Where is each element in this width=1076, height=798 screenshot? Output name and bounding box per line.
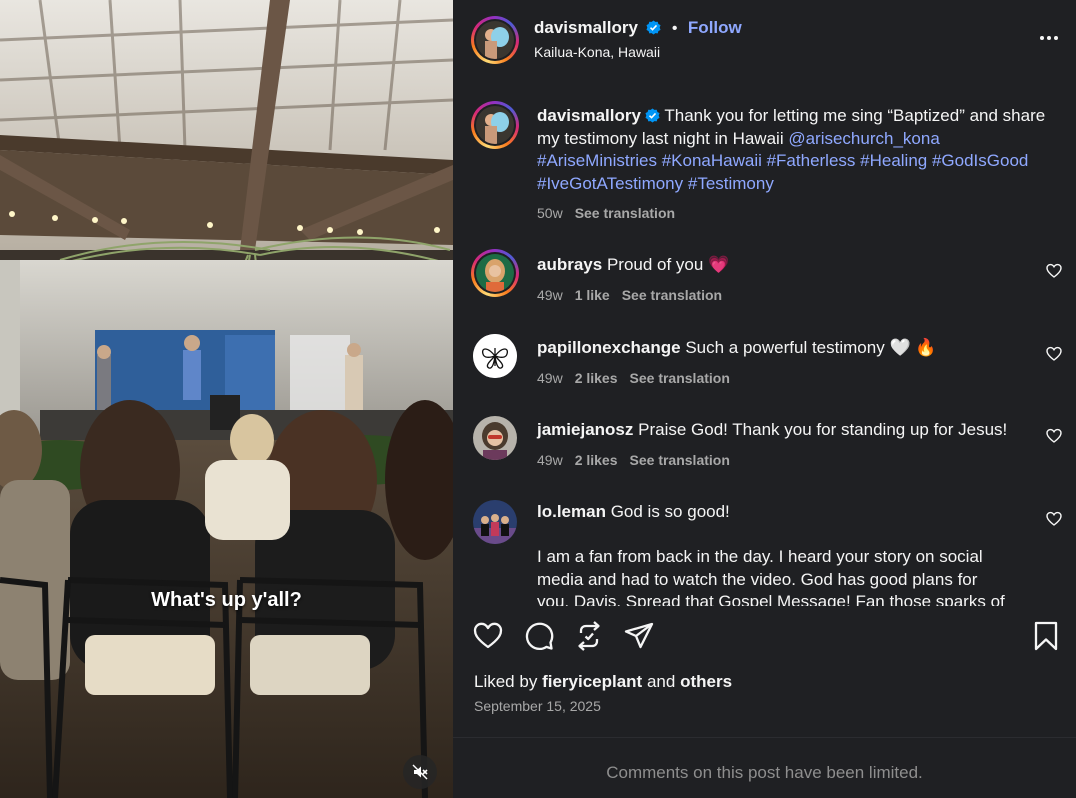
- caption-hashtags-line2[interactable]: #IveGotATestimony #Testimony: [537, 174, 774, 193]
- comment-bubble-icon[interactable]: [523, 620, 555, 652]
- comment-likes[interactable]: 2 likes: [575, 452, 618, 468]
- liked-by-prefix: Liked by: [474, 672, 538, 691]
- post-details-panel: davismallory • Follow Kailua-Kona, Hawai…: [453, 0, 1076, 798]
- save-bookmark-icon[interactable]: [1030, 620, 1062, 652]
- divider: [453, 737, 1076, 738]
- video-caption-overlay: What's up y'all?: [151, 589, 302, 611]
- post-date[interactable]: September 15, 2025: [474, 698, 601, 714]
- comment-see-translation[interactable]: See translation: [630, 452, 730, 468]
- repost-icon[interactable]: [573, 620, 605, 652]
- author-avatar-image: [476, 21, 514, 59]
- comment-avatar-image: [473, 416, 517, 460]
- comment-text: Proud of you: [606, 255, 704, 274]
- comment-age[interactable]: 49w: [537, 370, 563, 386]
- comment-avatar[interactable]: [471, 249, 519, 297]
- comment-avatar-image: [476, 254, 514, 292]
- comment-body-line: media and had to watch the video. God ha…: [537, 569, 978, 589]
- like-comment-heart-icon[interactable]: [1046, 263, 1062, 279]
- mute-toggle-button[interactable]: [403, 755, 437, 789]
- comment-text: Praise God! Thank you for standing up fo…: [638, 420, 1008, 439]
- speaker-muted-icon: [412, 764, 428, 780]
- comment-text-row: papillonexchange Such a powerful testimo…: [537, 337, 1017, 360]
- follow-button[interactable]: Follow: [688, 18, 742, 37]
- post-location[interactable]: Kailua-Kona, Hawaii: [534, 44, 660, 60]
- separator-dot: •: [671, 20, 678, 37]
- comment-username[interactable]: lo.leman: [537, 502, 606, 521]
- liked-by-summary: Liked by fieryiceplant and others: [474, 672, 732, 692]
- pink-heart-emoji: 💗: [708, 255, 730, 274]
- comment-meta: 49w 2 likes See translation: [537, 452, 730, 468]
- comment-text: God is so good!: [610, 502, 730, 521]
- comment-age[interactable]: 49w: [537, 287, 563, 303]
- like-comment-heart-icon[interactable]: [1046, 428, 1062, 444]
- author-username[interactable]: davismallory: [534, 18, 638, 37]
- caption-age[interactable]: 50w: [537, 205, 563, 221]
- comment-body-line: you, Davis. Spread that Gospel Message! …: [537, 592, 1005, 606]
- comment-username[interactable]: aubrays: [537, 255, 602, 274]
- caption-verified-badge-icon: [645, 108, 660, 123]
- share-send-icon[interactable]: [623, 620, 655, 652]
- comments-list[interactable]: davismallory Thank you for letting me si…: [453, 80, 1076, 606]
- caption-author-avatar[interactable]: [471, 101, 519, 149]
- like-comment-heart-icon[interactable]: [1046, 346, 1062, 362]
- comments-limited-notice: Comments on this post have been limited.: [606, 763, 923, 782]
- caption-see-translation[interactable]: See translation: [575, 205, 675, 221]
- more-options-icon[interactable]: [1040, 28, 1062, 48]
- post-action-bar: [453, 606, 1076, 666]
- post-header: davismallory • Follow Kailua-Kona, Hawai…: [453, 0, 1076, 80]
- comment-see-translation[interactable]: See translation: [630, 370, 730, 386]
- comment-username[interactable]: jamiejanosz: [537, 420, 633, 439]
- white-heart-fire-emoji: 🤍 🔥: [889, 338, 937, 357]
- caption-avatar-image: [476, 106, 514, 144]
- liked-by-and: and: [646, 672, 676, 691]
- comment-text-row: jamiejanosz Praise God! Thank you for st…: [537, 419, 1027, 442]
- comment-avatar[interactable]: [473, 334, 517, 378]
- comment-body-line: I am a fan from back in the day. I heard…: [537, 547, 983, 566]
- caption-hashtags-line1[interactable]: #AriseMinistries #KonaHawaii #Fatherless…: [537, 151, 1028, 170]
- comment-avatar[interactable]: [473, 416, 517, 460]
- liked-by-user-link[interactable]: fieryiceplant: [542, 672, 642, 691]
- caption-username[interactable]: davismallory: [537, 106, 641, 125]
- comment-see-translation[interactable]: See translation: [622, 287, 722, 303]
- post-caption: davismallory Thank you for letting me si…: [537, 105, 1057, 195]
- verified-badge-icon: [646, 20, 661, 35]
- caption-meta: 50w See translation: [537, 205, 675, 221]
- comment-age[interactable]: 49w: [537, 452, 563, 468]
- comment-likes[interactable]: 2 likes: [575, 370, 618, 386]
- comment-body: I am a fan from back in the day. I heard…: [537, 546, 1027, 606]
- video-frame-illustration: [0, 0, 453, 798]
- post-media-video[interactable]: What's up y'all?: [0, 0, 453, 798]
- like-comment-heart-icon[interactable]: [1046, 511, 1062, 527]
- comment-avatar[interactable]: [473, 500, 517, 544]
- comment-meta: 49w 1 like See translation: [537, 287, 722, 303]
- comment-text-row: aubrays Proud of you 💗: [537, 254, 1017, 277]
- author-avatar[interactable]: [471, 16, 519, 64]
- comment-text: Such a powerful testimony: [685, 338, 885, 357]
- comment-text-row: lo.leman God is so good!: [537, 501, 1027, 524]
- comment-likes[interactable]: 1 like: [575, 287, 610, 303]
- comment-username[interactable]: papillonexchange: [537, 338, 681, 357]
- comment-meta: 49w 2 likes See translation: [537, 370, 730, 386]
- comment-avatar-image: [473, 500, 517, 544]
- butterfly-logo-icon: [473, 334, 517, 378]
- liked-by-others-link[interactable]: others: [680, 672, 732, 691]
- like-heart-icon[interactable]: [472, 620, 504, 652]
- caption-mention-link[interactable]: @arisechurch_kona: [788, 129, 939, 148]
